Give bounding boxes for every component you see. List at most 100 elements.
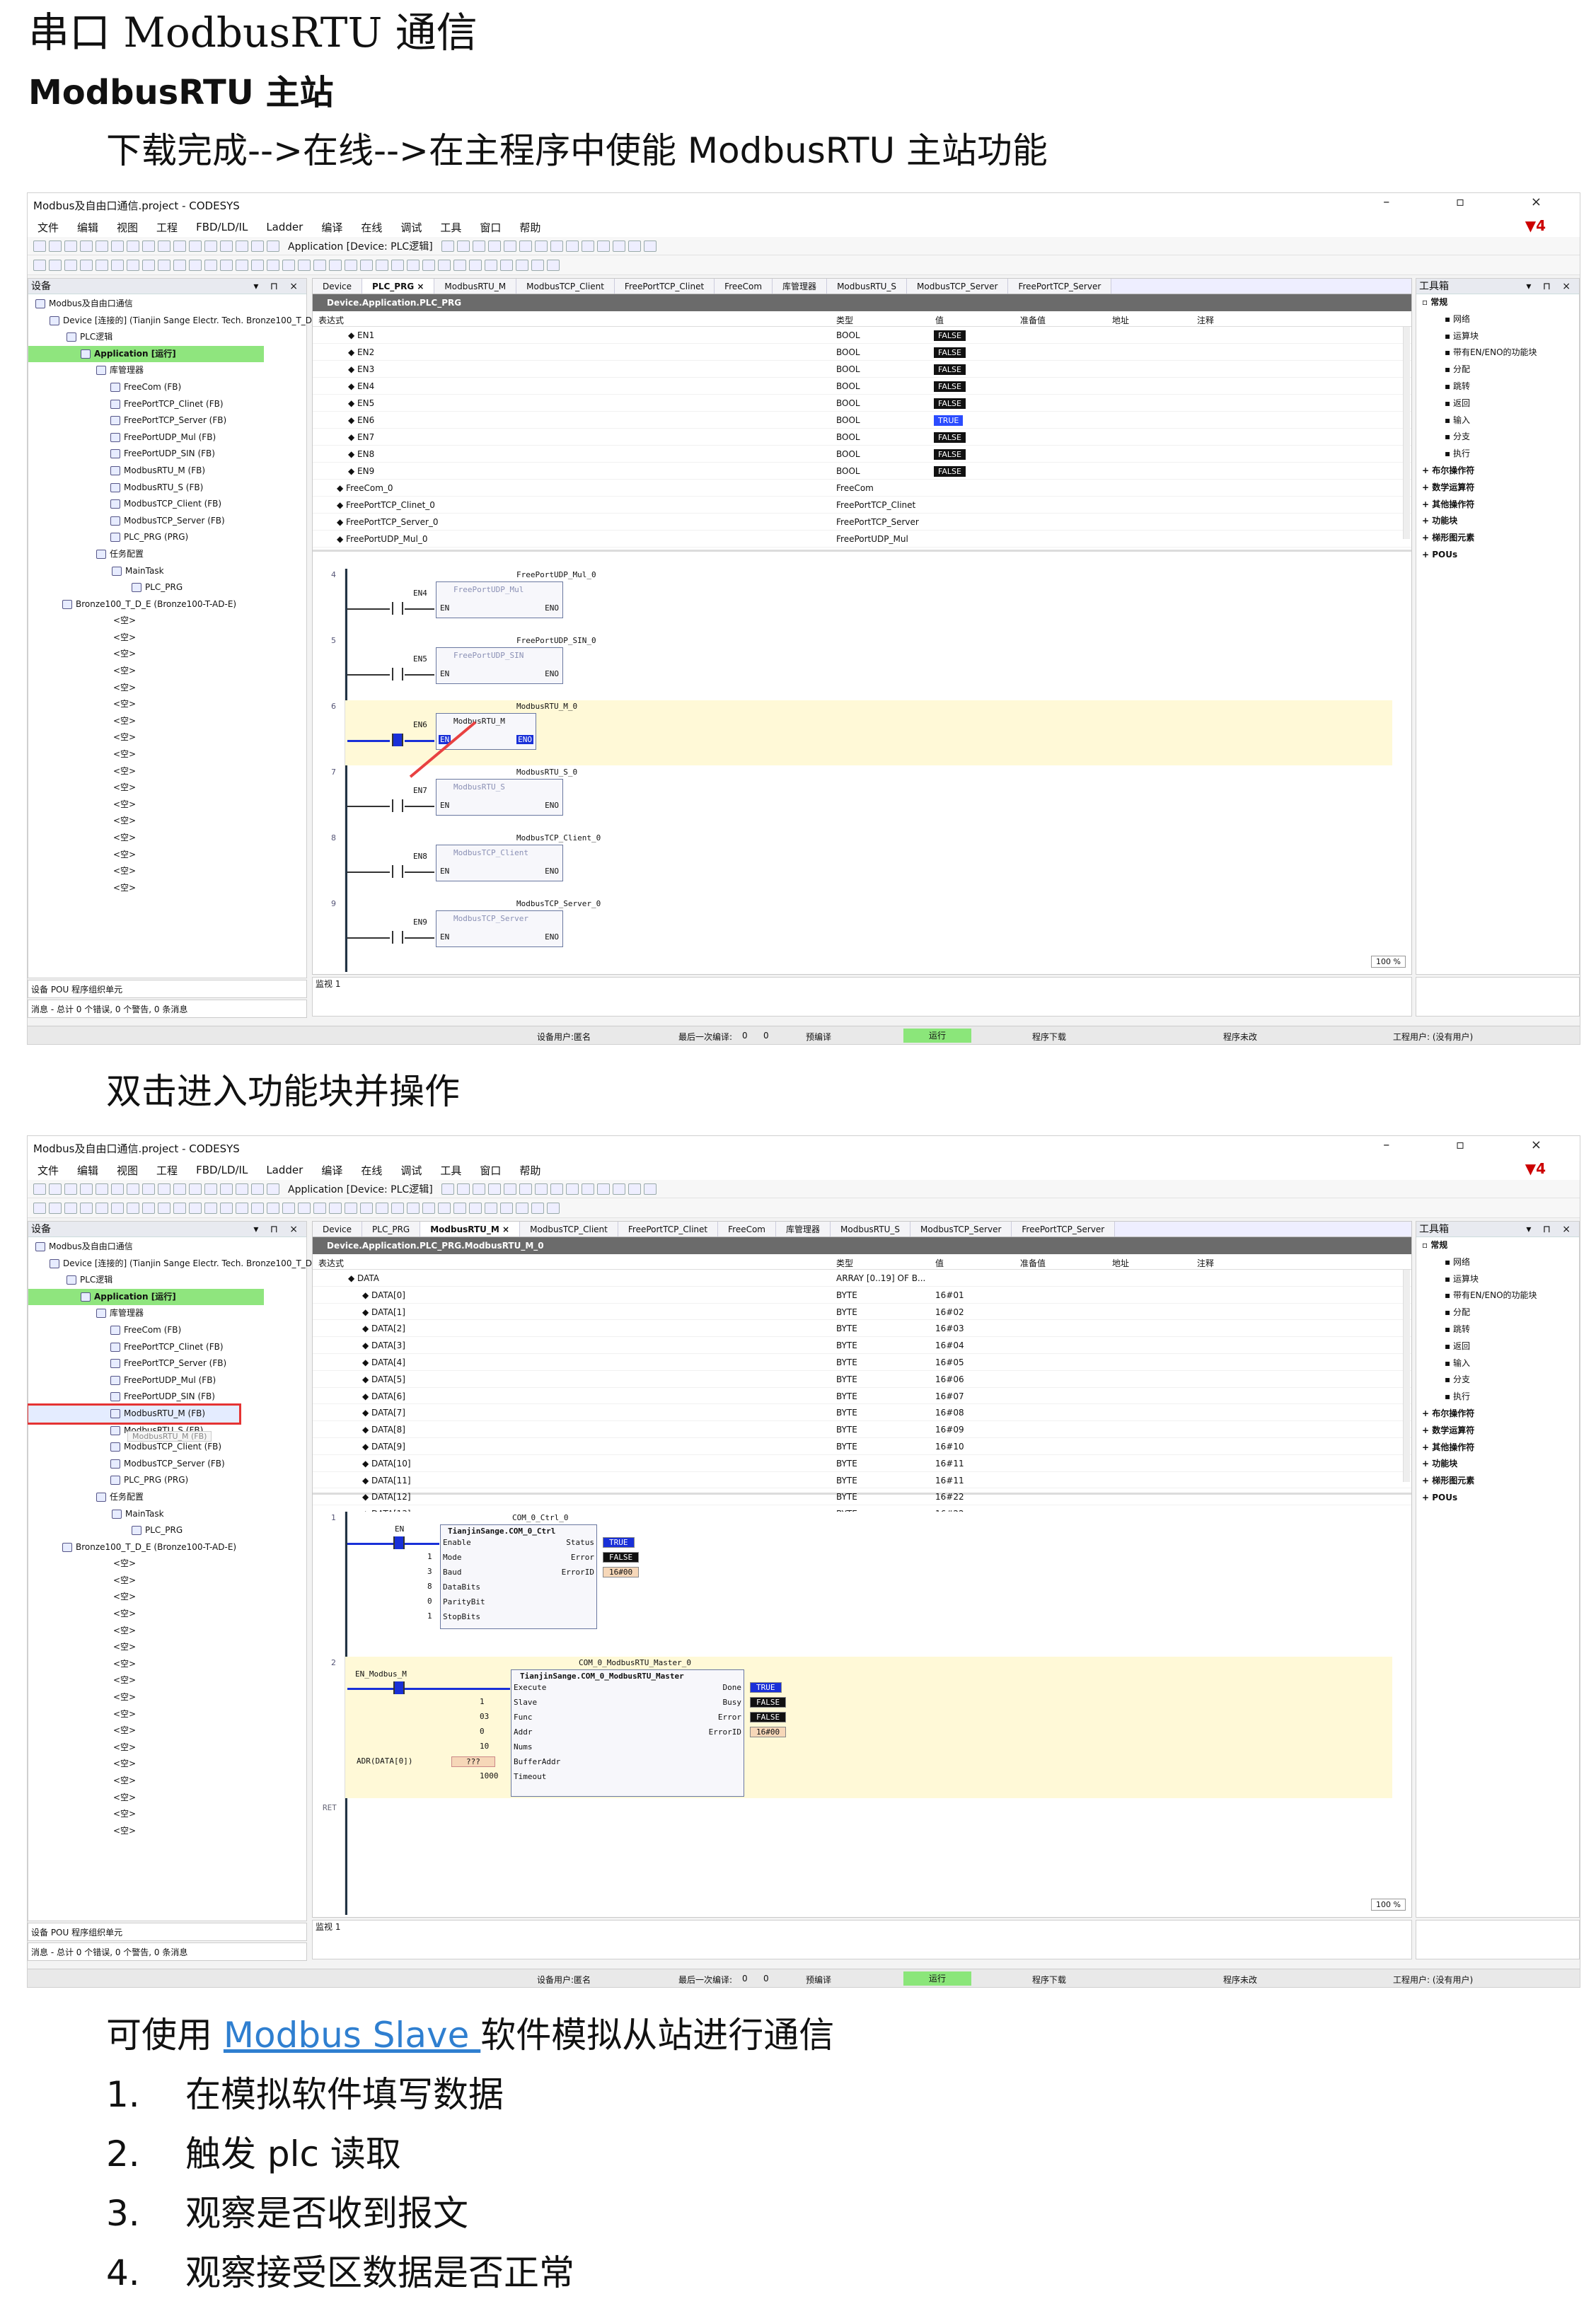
toolbar-icon[interactable] — [596, 1183, 610, 1195]
toolbox-item[interactable]: ▪ 分配 — [1416, 361, 1579, 378]
toolbar-icon[interactable] — [643, 1183, 657, 1195]
table-row[interactable]: ◆ DATA ARRAY [0..19] OF B... — [313, 1270, 1411, 1287]
table-row[interactable]: ◆ EN3 BOOL FALSE — [313, 361, 1411, 378]
toolbox-item[interactable]: + 功能块 — [1416, 513, 1579, 530]
toolbox-item[interactable]: + 数学运算符 — [1416, 480, 1579, 497]
toolbar-icon[interactable] — [516, 259, 528, 271]
tree-node[interactable]: Application [运行] — [28, 345, 264, 363]
tree-node[interactable]: FreePortTCP_Server (FB) — [28, 412, 306, 429]
function-block[interactable]: FreePortUDP_Mul EN ENO — [436, 581, 563, 618]
toolbox-item[interactable]: ▪ 网络 — [1416, 1254, 1579, 1271]
toolbar-icon[interactable] — [142, 259, 155, 271]
toolbox-item[interactable]: + 其他操作符 — [1416, 1440, 1579, 1457]
toolbar-icon[interactable] — [407, 1202, 420, 1214]
menu-item[interactable]: 视图 — [117, 1163, 138, 1178]
toolbar-icon[interactable] — [111, 1183, 124, 1195]
tree-node-empty-slot[interactable]: <空> — [28, 613, 306, 630]
table-row[interactable]: ◆ FreePortTCP_Clinet_0 FreePortTCP_Clinet — [313, 497, 1411, 514]
tree-node[interactable]: FreeCom (FB) — [28, 1322, 306, 1339]
toolbar-icon[interactable] — [581, 240, 594, 252]
menu-item[interactable]: 编辑 — [77, 220, 98, 235]
table-row[interactable]: ◆ EN7 BOOL FALSE — [313, 429, 1411, 446]
tree-node[interactable]: FreePortTCP_Server (FB) — [28, 1355, 306, 1372]
tree-node-empty-slot[interactable]: <空> — [28, 1573, 306, 1589]
toolbar-icon[interactable] — [80, 240, 93, 252]
toolbox-item[interactable]: ▪ 带有EN/ENO的功能块 — [1416, 1287, 1579, 1304]
tree-node-empty-slot[interactable]: <空> — [28, 680, 306, 697]
tree-node[interactable]: ModbusRTU_M (FB) — [28, 1403, 241, 1425]
toolbar-icon[interactable] — [220, 240, 233, 252]
toolbar-icon[interactable] — [472, 240, 485, 252]
toolbar-icon[interactable] — [376, 1202, 388, 1214]
tree-node-empty-slot[interactable]: <空> — [28, 663, 306, 680]
toolbar-icon[interactable] — [142, 1202, 155, 1214]
toolbar-icon[interactable] — [189, 1202, 202, 1214]
tree-node[interactable]: FreePortUDP_Mul (FB) — [28, 1372, 306, 1389]
toolbar-icon[interactable] — [189, 1183, 202, 1195]
menu-item[interactable]: 调试 — [400, 220, 422, 235]
toolbar-icon[interactable] — [127, 1183, 139, 1195]
toolbox-item[interactable]: + POUs — [1416, 547, 1579, 564]
toolbar-icon[interactable] — [33, 1202, 46, 1214]
table-scrollbar[interactable] — [1403, 327, 1410, 539]
toolbar-icon[interactable] — [329, 259, 342, 271]
toolbar-icon[interactable] — [127, 1202, 139, 1214]
toolbar-icon[interactable] — [173, 240, 186, 252]
tree-node[interactable]: FreePortUDP_SIN (FB) — [28, 446, 306, 463]
tree-node-empty-slot[interactable]: <空> — [28, 1823, 306, 1840]
toolbox-item[interactable]: ▪ 执行 — [1416, 446, 1579, 463]
toolbox-item[interactable]: ▪ 运算块 — [1416, 328, 1579, 345]
tree-node[interactable]: ModbusTCP_Server (FB) — [28, 513, 306, 530]
editor-tab[interactable]: FreeCom — [715, 279, 773, 294]
toolbar-icon[interactable] — [407, 259, 420, 271]
menu-item[interactable]: 工具 — [440, 220, 461, 235]
tree-node[interactable]: 任务配置 — [28, 546, 306, 563]
menu-item[interactable]: FBD/LD/IL — [196, 221, 248, 233]
toolbar-icon[interactable] — [485, 259, 497, 271]
toolbar-icon[interactable] — [80, 1202, 93, 1214]
contact-symbol[interactable] — [392, 734, 403, 746]
tree-node-empty-slot[interactable]: <空> — [28, 746, 306, 763]
function-block[interactable]: ModbusTCP_Client EN ENO — [436, 845, 563, 881]
tree-node[interactable]: Device [连接的] (Tianjin Sange Electr. Tech… — [28, 1256, 325, 1273]
menu-item[interactable]: 工程 — [156, 1163, 178, 1178]
toolbar-icon[interactable] — [456, 240, 470, 252]
function-block[interactable]: ModbusTCP_Server EN ENO — [436, 910, 563, 947]
toolbar-icon[interactable] — [565, 240, 579, 252]
toolbar-icon[interactable] — [503, 1183, 516, 1195]
toolbar-icon[interactable] — [236, 240, 248, 252]
toolbar-icon[interactable] — [472, 1183, 485, 1195]
menu-item[interactable]: 帮助 — [519, 1163, 540, 1178]
zoom-level[interactable]: 100 % — [1371, 1899, 1406, 1911]
tree-node[interactable]: FreePortUDP_SIN (FB) — [28, 1389, 306, 1406]
toolbar-icon[interactable] — [438, 259, 451, 271]
toolbar-icon[interactable] — [581, 1183, 594, 1195]
toolbox-item[interactable]: ▪ 分支 — [1416, 429, 1579, 446]
toolbox-item[interactable]: ▪ 运算块 — [1416, 1271, 1579, 1288]
toolbar-icon[interactable] — [96, 1183, 108, 1195]
toolbar-icon[interactable] — [251, 1202, 264, 1214]
tree-node-empty-slot[interactable]: <空> — [28, 880, 306, 897]
editor-tab[interactable]: FreeCom — [718, 1222, 776, 1237]
toolbox-item[interactable]: ▫ 常规 — [1416, 294, 1579, 311]
table-row[interactable]: ◆ DATA[4] BYTE 16#05 — [313, 1354, 1411, 1371]
table-row[interactable]: ◆ EN1 BOOL FALSE — [313, 327, 1411, 344]
tree-node-empty-slot[interactable]: <空> — [28, 763, 306, 780]
toolbar-icon[interactable] — [391, 259, 404, 271]
tree-node-empty-slot[interactable]: <空> — [28, 630, 306, 647]
tree-node-empty-slot[interactable]: <空> — [28, 1672, 306, 1689]
toolbar-icon[interactable] — [565, 1183, 579, 1195]
panel-controls[interactable]: ▾ ⊓ × — [253, 279, 302, 294]
toolbox-item[interactable]: ▪ 返回 — [1416, 395, 1579, 412]
menu-item[interactable]: 编辑 — [77, 1163, 98, 1178]
tree-node[interactable]: PLC_PRG (PRG) — [28, 529, 306, 546]
error-flag-icon[interactable]: ▼4 — [1525, 1160, 1546, 1177]
editor-tab[interactable]: ModbusRTU_M × — [420, 1222, 521, 1237]
toolbar-icon[interactable] — [422, 1202, 435, 1214]
menu-item[interactable]: 工具 — [440, 1163, 461, 1178]
table-row[interactable]: ◆ EN6 BOOL TRUE — [313, 412, 1411, 429]
toolbar-icon[interactable] — [173, 259, 186, 271]
messages-bar[interactable]: 消息 - 总计 0 个错误, 0 个警告, 0 条消息 — [28, 1000, 307, 1018]
tree-node[interactable]: Device [连接的] (Tianjin Sange Electr. Tech… — [28, 313, 325, 330]
left-tab-devices[interactable]: 设备 POU 程序组织单元 — [28, 1923, 307, 1941]
